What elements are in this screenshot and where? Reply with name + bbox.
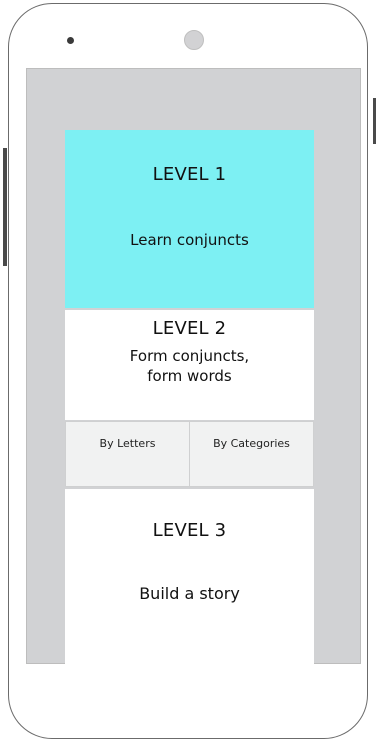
level-1-card[interactable]: LEVEL 1 Learn conjuncts [65,130,314,308]
level-2-options: By Letters By Categories [65,421,314,487]
level-2-description: Form conjuncts, form words [65,346,314,386]
level-3-description: Build a story [139,584,240,603]
power-button [373,98,376,144]
level-2-description-line-1: Form conjuncts, [129,347,250,365]
level-list: LEVEL 1 Learn conjuncts LEVEL 2 Form con… [65,130,314,664]
by-categories-button[interactable]: By Categories [190,421,314,487]
level-2-title: LEVEL 2 [152,318,227,339]
level-3-card[interactable]: LEVEL 3 Build a story [65,489,314,664]
front-camera [184,30,204,50]
level-3-title: LEVEL 3 [152,520,227,541]
level-1-title: LEVEL 1 [152,164,227,185]
sensor-dot [67,37,74,44]
by-letters-button[interactable]: By Letters [65,421,190,487]
level-2-description-line-2: form words [147,367,232,385]
level-2-card: LEVEL 2 Form conjuncts, form words [65,310,314,420]
volume-button [3,148,7,266]
level-1-description: Learn conjuncts [130,231,249,249]
